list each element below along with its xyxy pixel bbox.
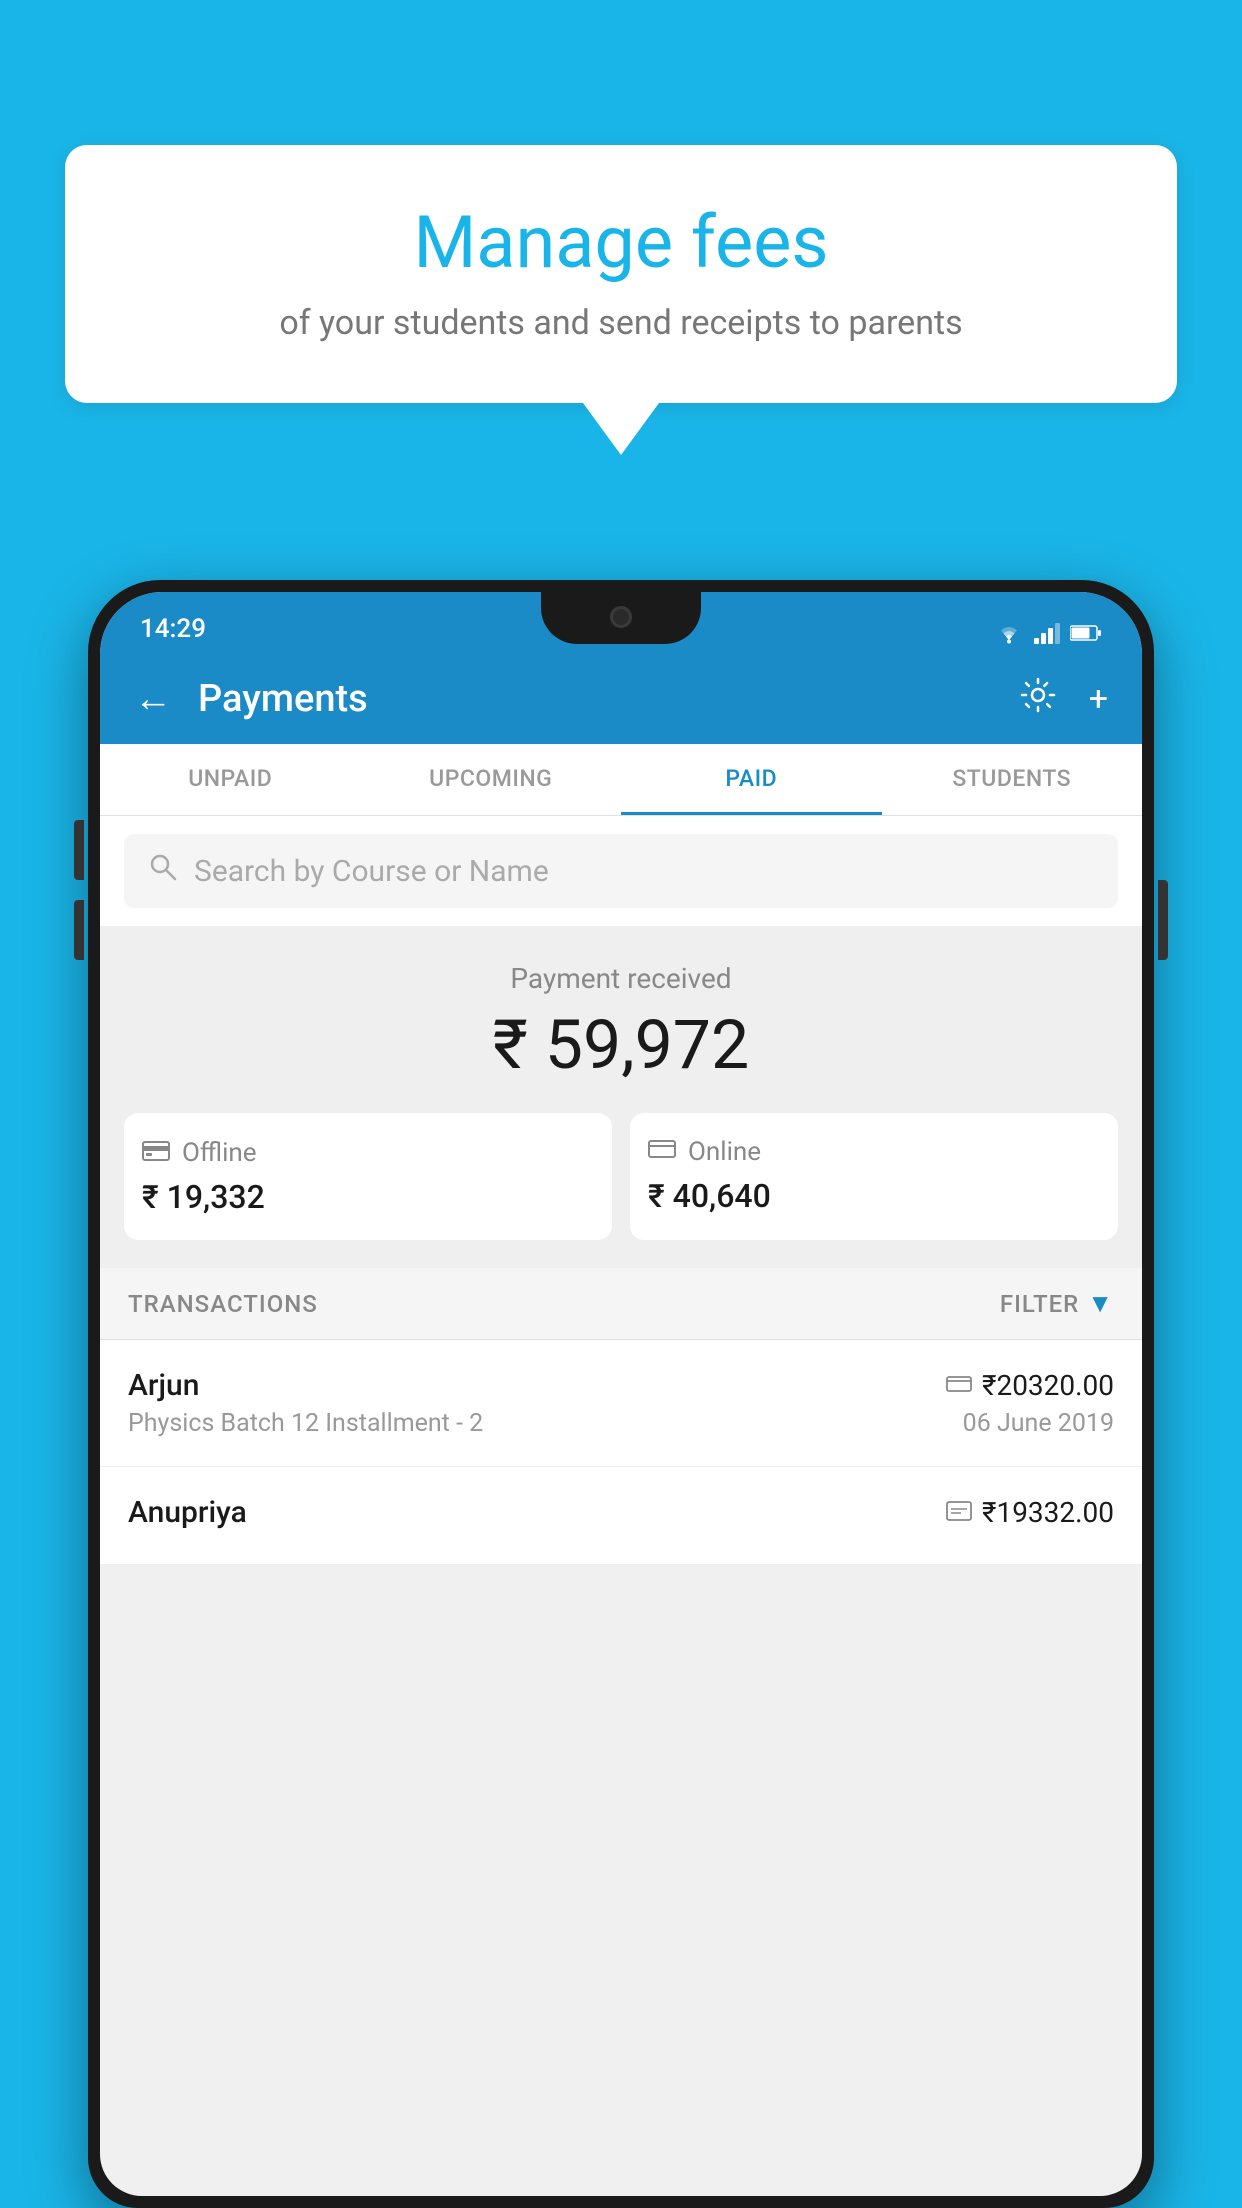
tab-unpaid[interactable]: UNPAID bbox=[100, 744, 361, 815]
speech-bubble-subtitle: of your students and send receipts to pa… bbox=[125, 303, 1117, 343]
wifi-icon bbox=[994, 622, 1024, 644]
payment-received-label: Payment received bbox=[124, 962, 1118, 995]
phone-camera bbox=[610, 606, 632, 628]
transaction-amount-row: ₹19332.00 bbox=[946, 1496, 1114, 1529]
transaction-amount-row: ₹20320.00 bbox=[946, 1369, 1114, 1402]
power-button bbox=[1158, 880, 1168, 960]
volume-down-button bbox=[74, 900, 84, 960]
transaction-course: Physics Batch 12 Installment - 2 bbox=[128, 1409, 483, 1438]
volume-up-button bbox=[74, 820, 84, 880]
search-box[interactable]: Search by Course or Name bbox=[124, 834, 1118, 908]
speech-bubble: Manage fees of your students and send re… bbox=[65, 145, 1177, 403]
search-icon bbox=[148, 852, 178, 890]
tabs-bar: UNPAID UPCOMING PAID STUDENTS bbox=[100, 744, 1142, 816]
transaction-row[interactable]: Anupriya ₹19332.00 bbox=[100, 1467, 1142, 1565]
back-button[interactable]: ← bbox=[128, 671, 178, 727]
offline-amount: ₹ 19,332 bbox=[142, 1178, 594, 1216]
transactions-header: TRANSACTIONS FILTER ▼ bbox=[100, 1268, 1142, 1340]
speech-bubble-title: Manage fees bbox=[125, 200, 1117, 285]
offline-card-header: Offline bbox=[142, 1137, 594, 1168]
phone-screen: 14:29 bbox=[100, 592, 1142, 2196]
transaction-date: 06 June 2019 bbox=[963, 1409, 1114, 1438]
transactions-label: TRANSACTIONS bbox=[128, 1290, 318, 1318]
transaction-payment-icon bbox=[946, 1374, 972, 1398]
search-container: Search by Course or Name bbox=[100, 816, 1142, 926]
payment-received-section: Payment received ₹ 59,972 Offline bbox=[100, 926, 1142, 1268]
online-card-header: Online bbox=[648, 1137, 1100, 1167]
payment-cards: Offline ₹ 19,332 Online bbox=[124, 1113, 1118, 1240]
transaction-row-top: Arjun ₹20320.00 bbox=[128, 1368, 1114, 1403]
transaction-name: Arjun bbox=[128, 1368, 199, 1403]
status-icons bbox=[994, 622, 1102, 644]
payment-received-amount: ₹ 59,972 bbox=[124, 1005, 1118, 1085]
phone-frame: 14:29 bbox=[88, 580, 1154, 2208]
app-bar: ← Payments + bbox=[100, 654, 1142, 744]
offline-icon bbox=[142, 1137, 170, 1168]
online-amount: ₹ 40,640 bbox=[648, 1177, 1100, 1215]
settings-button[interactable] bbox=[1013, 670, 1063, 729]
phone-notch bbox=[541, 592, 701, 644]
page-title: Payments bbox=[198, 677, 993, 721]
transaction-amount: ₹20320.00 bbox=[982, 1369, 1114, 1402]
filter-icon: ▼ bbox=[1087, 1288, 1114, 1319]
transaction-row-top: Anupriya ₹19332.00 bbox=[128, 1495, 1114, 1530]
transaction-payment-icon bbox=[946, 1501, 972, 1525]
search-input[interactable]: Search by Course or Name bbox=[194, 854, 549, 889]
add-button[interactable]: + bbox=[1083, 673, 1114, 725]
signal-icon bbox=[1034, 622, 1060, 644]
tab-paid[interactable]: PAID bbox=[621, 744, 882, 815]
status-time: 14:29 bbox=[140, 614, 206, 644]
transaction-amount: ₹19332.00 bbox=[982, 1496, 1114, 1529]
speech-bubble-arrow bbox=[583, 403, 659, 455]
online-icon bbox=[648, 1137, 676, 1167]
battery-icon bbox=[1070, 624, 1102, 642]
filter-button[interactable]: FILTER ▼ bbox=[1000, 1288, 1114, 1319]
transaction-row-bottom: Physics Batch 12 Installment - 2 06 June… bbox=[128, 1409, 1114, 1438]
speech-bubble-container: Manage fees of your students and send re… bbox=[65, 145, 1177, 455]
tab-upcoming[interactable]: UPCOMING bbox=[361, 744, 622, 815]
online-payment-card: Online ₹ 40,640 bbox=[630, 1113, 1118, 1240]
transaction-name: Anupriya bbox=[128, 1495, 247, 1530]
transaction-row[interactable]: Arjun ₹20320.00 Physics Batch 12 Install… bbox=[100, 1340, 1142, 1467]
offline-payment-card: Offline ₹ 19,332 bbox=[124, 1113, 612, 1240]
tab-students[interactable]: STUDENTS bbox=[882, 744, 1143, 815]
